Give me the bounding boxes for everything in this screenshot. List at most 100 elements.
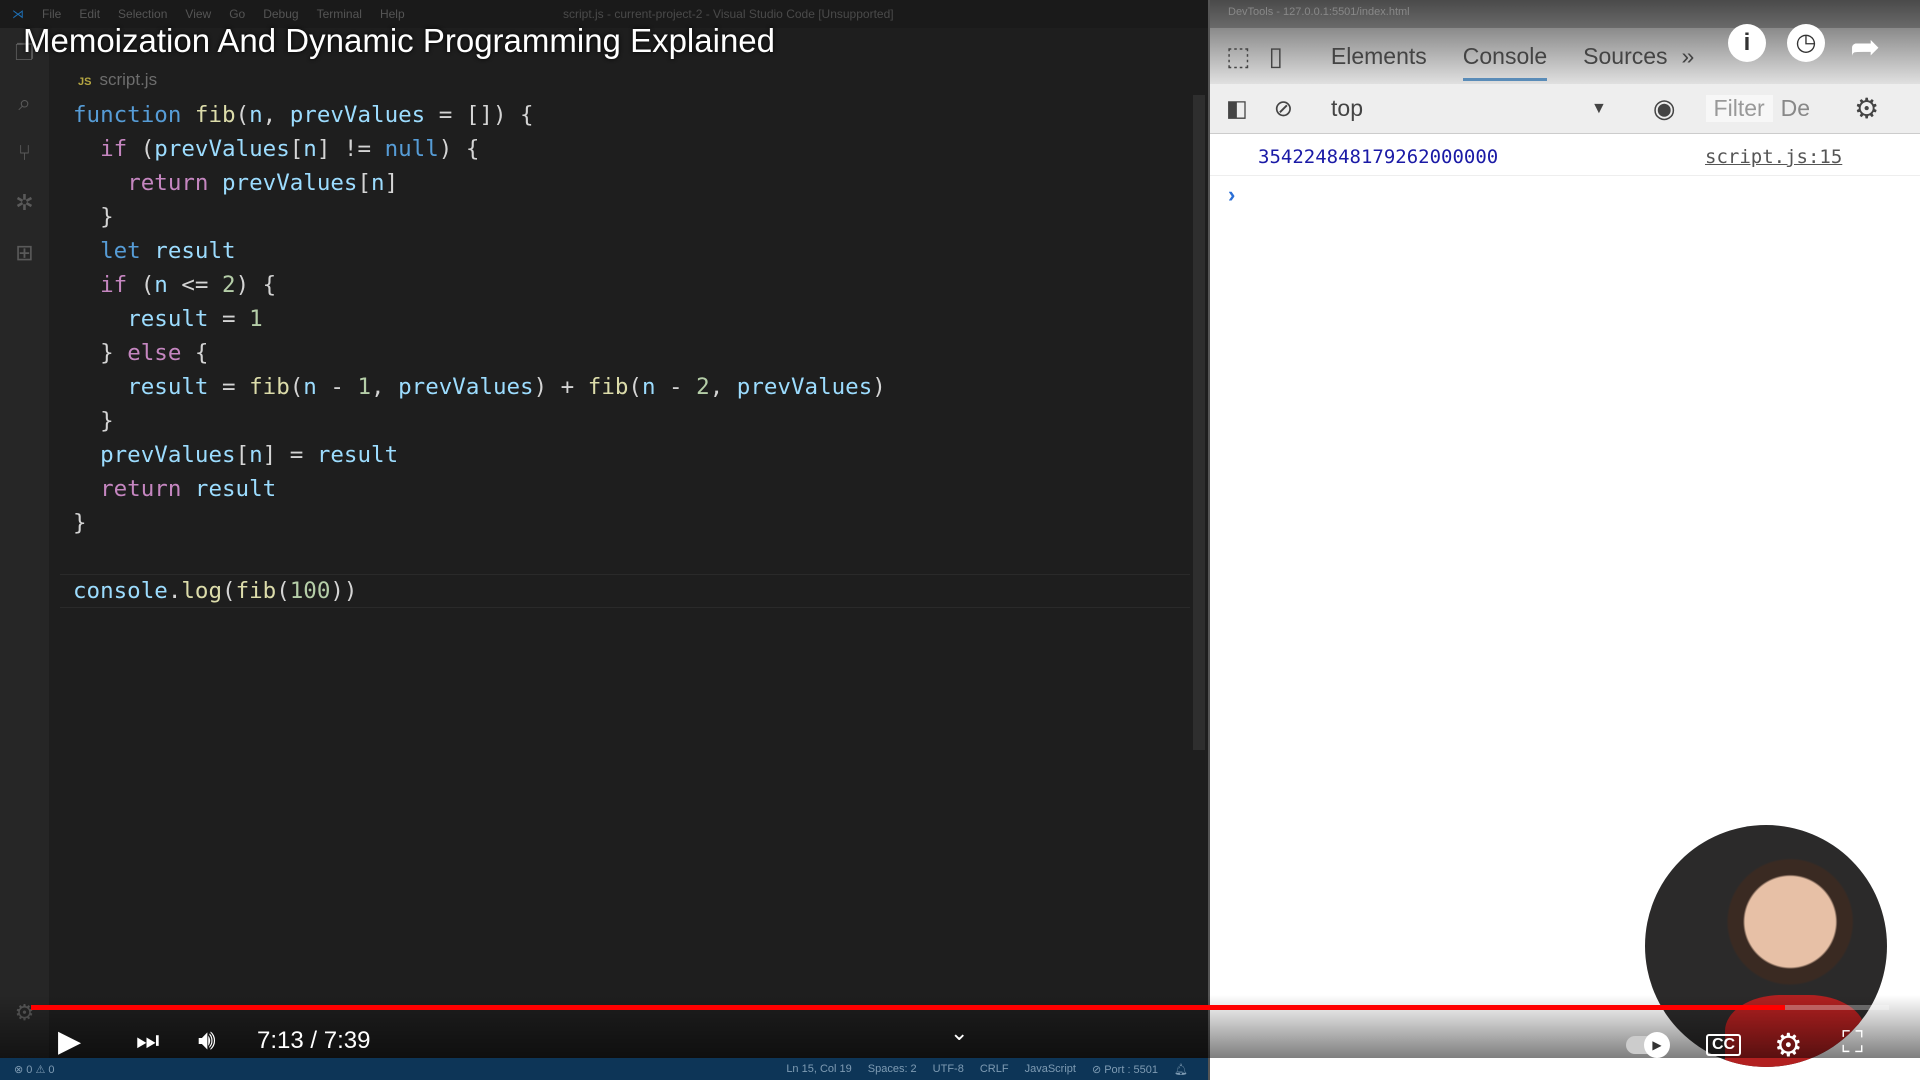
autoplay-toggle[interactable]: ▶: [1626, 1032, 1670, 1058]
problems-count[interactable]: ⊗ 0 ⚠ 0: [14, 1063, 54, 1076]
code-token: function: [73, 102, 195, 128]
code-token: n: [303, 374, 317, 400]
code-token: )): [330, 578, 358, 604]
current-time: 7:13: [257, 1027, 304, 1054]
menu-file[interactable]: File: [42, 7, 61, 21]
code-line: }: [73, 506, 886, 540]
progress-bar[interactable]: [31, 1005, 1889, 1010]
code-token: <=: [167, 272, 223, 298]
status-eol[interactable]: CRLF: [980, 1063, 1009, 1076]
exit-fullscreen-icon[interactable]: ⛶: [1842, 1026, 1863, 1060]
menu-help[interactable]: Help: [380, 7, 405, 21]
settings-gear-icon[interactable]: ⚙: [1774, 1026, 1803, 1064]
menu-go[interactable]: Go: [229, 7, 245, 21]
code-line: console.log(fib(100)): [73, 574, 886, 608]
code-token: if: [100, 272, 128, 298]
video-title[interactable]: Memoization And Dynamic Programming Expl…: [23, 22, 775, 60]
play-icon[interactable]: ▶: [58, 1024, 81, 1059]
duration: 7:39: [323, 1027, 371, 1054]
status-encoding[interactable]: UTF-8: [933, 1063, 964, 1076]
code-token: (: [289, 374, 304, 400]
status-bar: ⊗ 0 ⚠ 0 Ln 15, Col 19 Spaces: 2 UTF-8 CR…: [0, 1058, 1208, 1080]
more-tabs-icon[interactable]: »: [1682, 43, 1695, 70]
code-token: ] !=: [316, 136, 385, 162]
tab-sources[interactable]: Sources: [1583, 43, 1667, 70]
code-line: } else {: [73, 336, 886, 370]
menu-selection[interactable]: Selection: [118, 7, 167, 21]
clear-console-icon[interactable]: ⊘: [1274, 95, 1293, 122]
code-token: result: [127, 306, 209, 332]
code-token: {: [181, 340, 209, 366]
sidebar-toggle-icon[interactable]: ◧: [1226, 95, 1248, 122]
menu-terminal[interactable]: Terminal: [317, 7, 362, 21]
code-token: ) +: [533, 374, 588, 400]
device-toolbar-icon[interactable]: ▯: [1269, 41, 1283, 72]
activity-bar: ❐ ⌕ ⑂ ✲ ⊞ ⚙: [0, 28, 49, 1058]
source-control-icon[interactable]: ⑂: [0, 128, 49, 178]
search-icon[interactable]: ⌕: [0, 78, 49, 128]
code-token: [: [357, 170, 372, 196]
code-token: .: [167, 578, 182, 604]
code-token: 1: [357, 374, 372, 400]
live-expression-eye-icon[interactable]: ◉: [1653, 93, 1676, 124]
status-live-server[interactable]: ⊘ Port : 5501: [1092, 1063, 1158, 1076]
devtools-window: DevTools - 127.0.0.1:5501/index.html ⬚ ▯…: [1208, 0, 1920, 1080]
code-token: n: [249, 102, 263, 128]
menu-view[interactable]: View: [185, 7, 211, 21]
filter-input[interactable]: Filter: [1705, 95, 1773, 122]
code-line: let result: [73, 234, 886, 268]
console-prompt[interactable]: ›: [1228, 182, 1235, 208]
tab-elements[interactable]: Elements: [1331, 43, 1427, 70]
status-cursor-position[interactable]: Ln 15, Col 19: [786, 1063, 851, 1076]
status-language[interactable]: JavaScript: [1025, 1063, 1076, 1076]
log-value: 354224848179262000000: [1258, 146, 1499, 168]
code-token: ): [872, 374, 886, 400]
log-source-link[interactable]: script.js:15: [1705, 146, 1842, 168]
code-token: if: [100, 136, 128, 162]
share-icon[interactable]: ➦: [1850, 26, 1880, 68]
volume-icon[interactable]: 🔊︎: [198, 1024, 216, 1057]
next-icon[interactable]: ⏭︎: [136, 1025, 159, 1057]
code-token: return: [127, 170, 223, 196]
debug-icon[interactable]: ✲: [0, 178, 49, 228]
chevron-down-icon[interactable]: ⌄: [950, 1020, 968, 1046]
code-token: n: [154, 272, 168, 298]
menu-debug[interactable]: Debug: [263, 7, 298, 21]
code-token: }: [73, 204, 114, 230]
code-line: return result: [73, 472, 886, 506]
watch-later-clock-icon[interactable]: ◷: [1787, 24, 1825, 62]
code-line: prevValues[n] = result: [73, 438, 886, 472]
code-token: 100: [289, 578, 331, 604]
vscode-logo-icon: ⋊: [12, 7, 24, 21]
code-token: -: [316, 374, 358, 400]
code-token: n: [303, 136, 317, 162]
code-token: n: [371, 170, 385, 196]
code-token: [: [235, 442, 250, 468]
inspect-element-icon[interactable]: ⬚: [1226, 41, 1251, 72]
code-token: prevValues: [736, 374, 873, 400]
captions-cc-icon[interactable]: CC: [1706, 1034, 1742, 1056]
code-editor[interactable]: function fib(n, prevValues = []) { if (p…: [73, 98, 886, 608]
settings-gear-icon[interactable]: ⚙: [1854, 92, 1879, 125]
code-token: 2: [222, 272, 236, 298]
bell-icon[interactable]: 🔔︎: [1174, 1063, 1188, 1076]
code-line: }: [73, 200, 886, 234]
log-levels-select[interactable]: De: [1781, 95, 1810, 122]
code-token: (: [127, 136, 155, 162]
tab-console[interactable]: Console: [1462, 43, 1548, 81]
status-indentation[interactable]: Spaces: 2: [868, 1063, 917, 1076]
context-select[interactable]: top: [1331, 95, 1591, 122]
editor-tab-script-js[interactable]: JS script.js: [78, 70, 157, 90]
editor-scrollbar[interactable]: [1193, 95, 1205, 750]
info-icon[interactable]: i: [1728, 24, 1766, 62]
code-token: 1: [249, 306, 263, 332]
dropdown-arrow-icon[interactable]: ▼: [1591, 100, 1607, 118]
extensions-icon[interactable]: ⊞: [0, 228, 49, 278]
menu-edit[interactable]: Edit: [79, 7, 100, 21]
code-line: }: [73, 404, 886, 438]
code-token: return: [100, 476, 195, 502]
